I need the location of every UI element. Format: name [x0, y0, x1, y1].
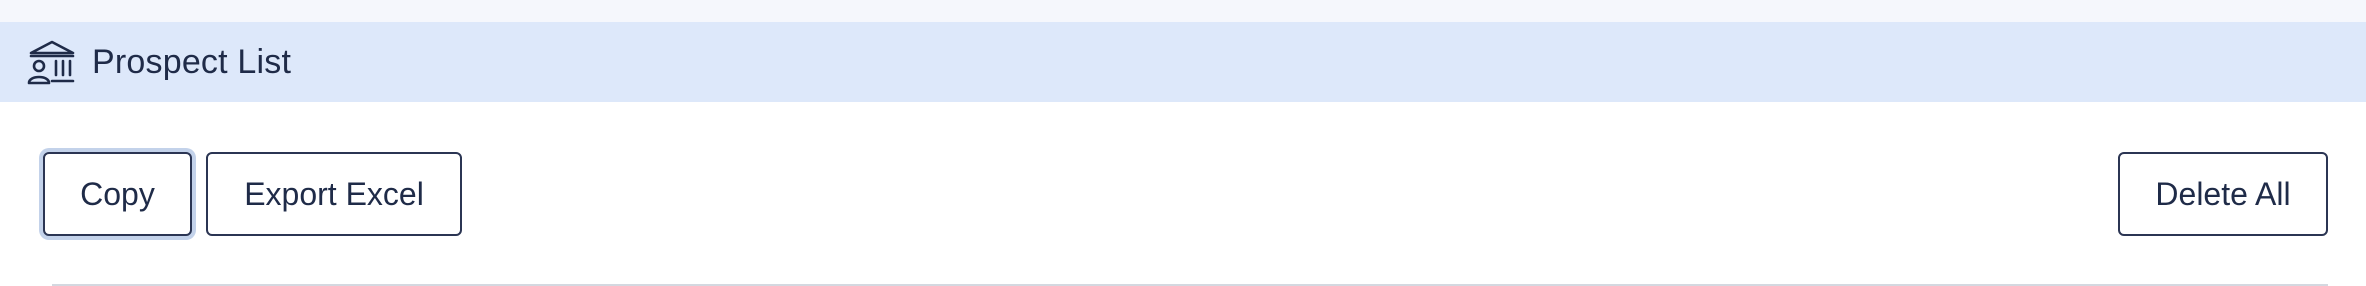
toolbar: Copy Export Excel Delete All — [0, 102, 2366, 286]
copy-button[interactable]: Copy — [43, 152, 192, 236]
bank-user-icon — [26, 37, 76, 87]
page-title: Prospect List — [92, 42, 292, 81]
top-strip — [0, 0, 2366, 22]
panel-header: Prospect List — [0, 22, 2366, 102]
delete-all-button[interactable]: Delete All — [2118, 152, 2328, 236]
export-excel-button[interactable]: Export Excel — [206, 152, 462, 236]
